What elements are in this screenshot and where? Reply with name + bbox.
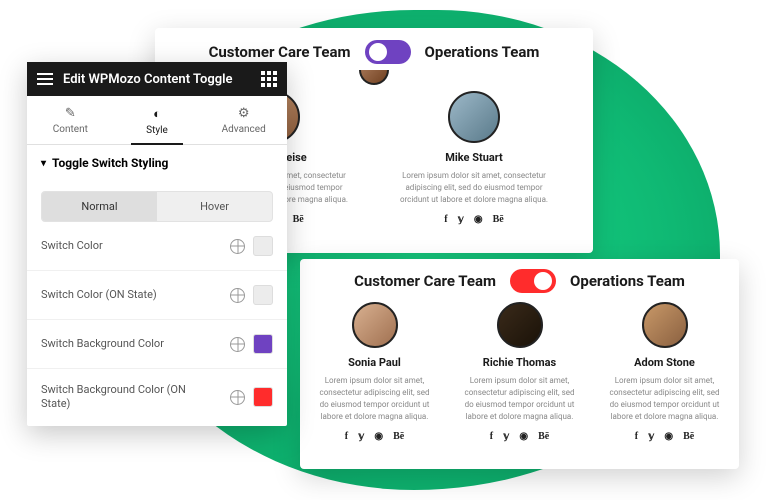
control-switch-color-on: Switch Color (ON State) [27,271,287,320]
contrast-icon: ◐ [118,106,197,122]
member-desc: Lorem ipsum dolor sit amet, consectetur … [394,170,554,206]
toggle-title-left: Customer Care Team [354,272,496,290]
facebook-icon[interactable]: f [345,431,348,442]
avatar [642,302,688,348]
member-desc: Lorem ipsum dolor sit amet, consectetur … [606,375,723,423]
dribbble-icon[interactable]: ◉ [374,431,383,442]
state-tab-hover[interactable]: Hover [157,192,272,221]
globe-icon[interactable] [230,390,245,405]
behance-icon[interactable]: Bē [538,431,549,442]
facebook-icon[interactable]: f [635,431,638,442]
tab-content[interactable]: ✎ Content [27,96,114,144]
social-row: f 𝕪 ◉ Bē [394,214,554,225]
member-name: Mike Stuart [394,151,554,164]
member-name: Adom Stone [606,356,723,369]
color-swatch-purple[interactable] [253,334,273,354]
control-label: Switch Background Color [41,337,164,351]
social-row: f 𝕪 ◉ Bē [461,431,578,442]
control-switch-bg: Switch Background Color [27,320,287,369]
facebook-icon[interactable]: f [444,214,447,225]
behance-icon[interactable]: Bē [393,431,404,442]
apps-icon[interactable] [261,71,277,87]
switch-knob [534,272,552,290]
member-name: Sonia Paul [316,356,433,369]
twitter-icon[interactable]: 𝕪 [503,431,509,442]
avatar [497,302,543,348]
toggle-title-left: Customer Care Team [209,43,351,61]
social-row: f 𝕪 ◉ Bē [606,431,723,442]
member-desc: Lorem ipsum dolor sit amet, consectetur … [461,375,578,423]
toggle-switch-purple[interactable] [365,40,411,64]
avatar-cutoff [359,70,389,85]
team-member: Adom Stone Lorem ipsum dolor sit amet, c… [606,299,723,442]
editor-tabs: ✎ Content ◐ Style ⚙ Advanced [27,96,287,145]
dribbble-icon[interactable]: ◉ [519,431,528,442]
control-label: Switch Color [41,239,103,253]
pencil-icon: ✎ [31,106,110,121]
globe-icon[interactable] [230,337,245,352]
gear-icon: ⚙ [204,106,283,121]
facebook-icon[interactable]: f [490,431,493,442]
avatar [352,302,398,348]
toggle-switch-red[interactable] [510,269,556,293]
color-swatch-red[interactable] [253,387,273,407]
behance-icon[interactable]: Bē [293,214,304,225]
tab-style[interactable]: ◐ Style [114,96,201,144]
team-member: Richie Thomas Lorem ipsum dolor sit amet… [461,299,578,442]
team-member: Mike Stuart Lorem ipsum dolor sit amet, … [394,85,554,225]
tab-label: Content [53,124,88,135]
toggle-header: Customer Care Team Operations Team [316,269,723,293]
toggle-title-right: Operations Team [425,43,540,61]
hamburger-icon[interactable] [37,73,53,85]
editor-header: Edit WPMozo Content Toggle [27,62,287,96]
twitter-icon[interactable]: 𝕪 [358,431,364,442]
color-swatch[interactable] [253,285,273,305]
team-member: Sonia Paul Lorem ipsum dolor sit amet, c… [316,299,433,442]
control-switch-bg-on: Switch Background Color (ON State) [27,369,287,426]
state-tab-normal[interactable]: Normal [42,192,157,221]
tab-label: Advanced [222,124,266,135]
behance-icon[interactable]: Bē [493,214,504,225]
editor-title: Edit WPMozo Content Toggle [63,72,251,87]
preview-card-bottom: Customer Care Team Operations Team Sonia… [300,259,739,469]
member-desc: Lorem ipsum dolor sit amet, consectetur … [316,375,433,423]
control-switch-color: Switch Color [27,222,287,271]
globe-icon[interactable] [230,239,245,254]
state-tabs: Normal Hover [41,191,273,222]
control-label: Switch Color (ON State) [41,288,157,302]
avatar [448,91,500,143]
social-row: f 𝕪 ◉ Bē [316,431,433,442]
globe-icon[interactable] [230,288,245,303]
color-swatch[interactable] [253,236,273,256]
twitter-icon[interactable]: 𝕪 [458,214,464,225]
twitter-icon[interactable]: 𝕪 [648,431,654,442]
section-header[interactable]: Toggle Switch Styling [27,145,287,181]
member-name: Richie Thomas [461,356,578,369]
section-title: Toggle Switch Styling [41,156,273,170]
toggle-header: Customer Care Team Operations Team [173,40,575,64]
tab-advanced[interactable]: ⚙ Advanced [200,96,287,144]
dribbble-icon[interactable]: ◉ [664,431,673,442]
toggle-title-right: Operations Team [570,272,685,290]
behance-icon[interactable]: Bē [683,431,694,442]
control-label: Switch Background Color (ON State) [41,383,191,412]
editor-panel: Edit WPMozo Content Toggle ✎ Content ◐ S… [27,62,287,426]
tab-label: Style [146,125,168,136]
dribbble-icon[interactable]: ◉ [474,214,483,225]
switch-knob [369,43,387,61]
